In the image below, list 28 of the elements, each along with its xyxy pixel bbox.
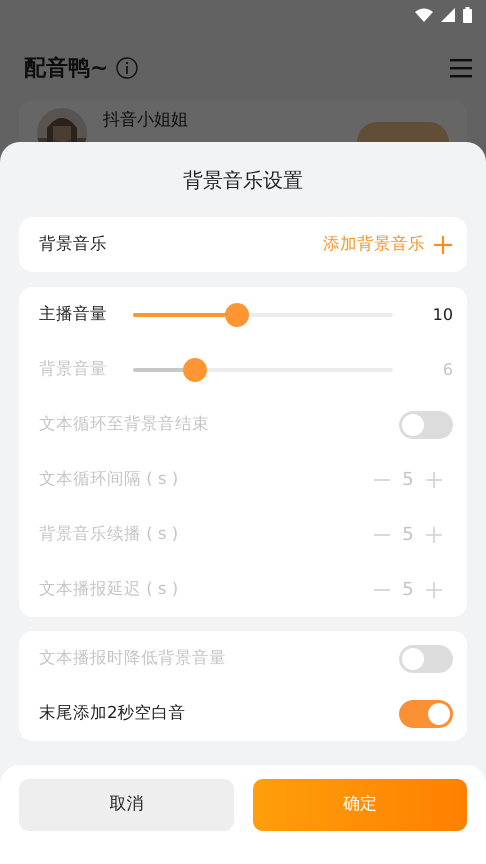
step-value: 5 (401, 468, 415, 492)
step-value: 5 (401, 578, 415, 602)
row-label: 文本播报时降低背景音量 (39, 647, 226, 670)
step-value: 5 (401, 523, 415, 547)
row-label: 背景音乐续播 ( s ) (39, 523, 178, 546)
row-label: 背景音量 (39, 358, 107, 380)
signal-icon (441, 8, 455, 22)
cancel-button[interactable]: 取消 (19, 779, 234, 831)
row-label: 文本循环至背景音结束 (39, 413, 209, 436)
user-name: 抖音小姐姐 (103, 109, 188, 132)
menu-icon[interactable] (450, 58, 472, 78)
add-music-link[interactable]: 添加背景音乐 (323, 232, 453, 257)
row-label: 背景音乐 (39, 233, 107, 256)
app-title: 配音鸭~ (24, 54, 108, 82)
row-label: 文本循环间隔 ( s ) (39, 468, 178, 490)
info-icon[interactable] (116, 57, 138, 79)
row-label: 主播音量 (39, 303, 107, 326)
wifi-icon (415, 8, 433, 22)
confirm-button[interactable]: 确定 (252, 779, 467, 831)
row-label: 文本播报延迟 ( s ) (39, 578, 178, 600)
battery-icon (463, 7, 472, 23)
volume-reading: 10 (432, 304, 453, 326)
sheet-title: 背景音乐设置 (182, 166, 304, 194)
row-label: 末尾添加2秒空白音 (39, 702, 186, 724)
plus-icon (433, 234, 453, 254)
volume-reading: 6 (442, 358, 453, 380)
toggle-switch[interactable] (399, 700, 453, 728)
slider-thumb[interactable] (225, 302, 249, 326)
